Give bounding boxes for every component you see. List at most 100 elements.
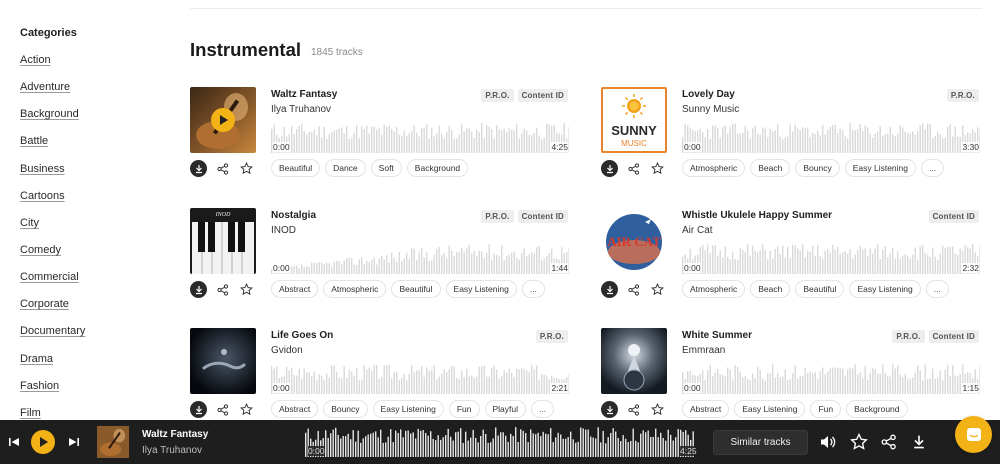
tag-pill[interactable]: Atmospheric [323, 280, 387, 298]
tag-pill[interactable]: Atmospheric [682, 159, 746, 177]
share-button[interactable] [625, 160, 642, 177]
player-waveform[interactable] [305, 427, 695, 457]
download-button[interactable] [190, 160, 207, 177]
track-waveform[interactable] [271, 364, 569, 394]
more-tags-button[interactable]: ... [925, 280, 949, 298]
tag-pill[interactable]: Abstract [271, 400, 319, 418]
player-track-artist[interactable]: Ilya Truhanov [142, 445, 202, 456]
download-button[interactable] [601, 281, 618, 298]
category-item-fashion[interactable]: Fashion [20, 380, 85, 407]
track-title[interactable]: Life Goes On [271, 330, 333, 341]
tag-pill[interactable]: Beach [750, 280, 791, 298]
player-favorite-button[interactable] [849, 432, 869, 452]
track-artist[interactable]: Air Cat [682, 225, 713, 236]
player-track-title[interactable]: Waltz Fantasy [142, 429, 208, 440]
favorite-button[interactable] [238, 401, 255, 418]
category-item-background[interactable]: Background [20, 108, 85, 135]
favorite-button[interactable] [238, 281, 255, 298]
player-cover[interactable] [97, 426, 129, 458]
download-button[interactable] [601, 160, 618, 177]
tag-pill[interactable]: Easy Listening [734, 400, 806, 418]
tag-pill[interactable]: Beautiful [391, 280, 441, 298]
player-play-button[interactable] [31, 430, 55, 454]
tag-pill[interactable]: Fun [448, 400, 480, 418]
track-artist[interactable]: Emmraan [682, 345, 725, 356]
tag-pill[interactable]: Soft [370, 159, 402, 177]
share-button[interactable] [625, 401, 642, 418]
category-item-commercial[interactable]: Commercial [20, 271, 85, 298]
track-artist[interactable]: Sunny Music [682, 104, 739, 115]
category-item-drama[interactable]: Drama [20, 353, 85, 380]
track-title[interactable]: Lovely Day [682, 89, 735, 100]
track-cover[interactable] [601, 328, 667, 394]
tag-pill[interactable]: Fun [810, 400, 842, 418]
favorite-button[interactable] [649, 160, 666, 177]
category-item-battle[interactable]: Battle [20, 135, 85, 162]
tag-pill[interactable]: Playful [484, 400, 527, 418]
tag-pill[interactable]: Abstract [271, 280, 319, 298]
tag-pill[interactable]: Beautiful [271, 159, 321, 177]
share-button[interactable] [625, 281, 642, 298]
tag-pill[interactable]: Dance [325, 159, 366, 177]
tag-pill[interactable]: Background [846, 400, 908, 418]
track-artist[interactable]: INOD [271, 225, 296, 236]
volume-button[interactable] [818, 432, 838, 452]
track-cover[interactable]: INOD [190, 208, 256, 274]
category-item-business[interactable]: Business [20, 163, 85, 190]
tag-pill[interactable]: Bouncy [323, 400, 368, 418]
more-tags-button[interactable]: ... [921, 159, 945, 177]
category-item-film[interactable]: Film [20, 407, 85, 420]
similar-tracks-button[interactable]: Similar tracks [713, 430, 808, 455]
more-tags-button[interactable]: ... [531, 400, 555, 418]
track-cover[interactable] [190, 328, 256, 394]
share-button[interactable] [214, 401, 231, 418]
more-tags-button[interactable]: ... [521, 280, 545, 298]
track-title[interactable]: Waltz Fantasy [271, 89, 337, 100]
track-cover[interactable] [190, 87, 256, 153]
tag-pill[interactable]: Easy Listening [844, 159, 917, 177]
favorite-button[interactable] [649, 281, 666, 298]
track-title[interactable]: Whistle Ukulele Happy Summer [682, 210, 832, 221]
category-item-action[interactable]: Action [20, 54, 85, 81]
tag-pill[interactable]: Beach [750, 159, 791, 177]
track-waveform[interactable] [271, 244, 569, 274]
tag-pill[interactable]: Bouncy [795, 159, 840, 177]
track-artist[interactable]: Ilya Truhanov [271, 104, 331, 115]
track-waveform[interactable] [271, 123, 569, 153]
favorite-button[interactable] [649, 401, 666, 418]
track-title[interactable]: White Summer [682, 330, 752, 341]
tag-pill[interactable]: Easy Listening [372, 400, 444, 418]
next-track-button[interactable] [67, 435, 81, 454]
cover-play-button[interactable] [211, 108, 235, 132]
chat-support-button[interactable] [955, 416, 992, 453]
tag-pill[interactable]: Background [406, 159, 469, 177]
player-download-button[interactable] [909, 432, 929, 452]
share-button[interactable] [214, 281, 231, 298]
tag-pill[interactable]: Easy Listening [849, 280, 921, 298]
track-waveform[interactable] [682, 123, 980, 153]
track-cover[interactable]: AIR CAT [601, 208, 667, 274]
tag-pill[interactable]: Easy Listening [445, 280, 517, 298]
download-button[interactable] [190, 281, 207, 298]
track-start-time: 0:00 [273, 142, 290, 152]
category-item-adventure[interactable]: Adventure [20, 81, 85, 108]
track-cover[interactable]: SUNNY MUSIC [601, 87, 667, 153]
category-item-comedy[interactable]: Comedy [20, 244, 85, 271]
category-item-documentary[interactable]: Documentary [20, 325, 85, 352]
tag-pill[interactable]: Beautiful [795, 280, 845, 298]
previous-track-button[interactable] [7, 435, 21, 454]
download-button[interactable] [190, 401, 207, 418]
share-button[interactable] [214, 160, 231, 177]
category-item-city[interactable]: City [20, 217, 85, 244]
tag-pill[interactable]: Atmospheric [682, 280, 746, 298]
track-artist[interactable]: Gvidon [271, 345, 303, 356]
download-button[interactable] [601, 401, 618, 418]
player-share-button[interactable] [879, 432, 899, 452]
category-item-corporate[interactable]: Corporate [20, 298, 85, 325]
category-item-cartoons[interactable]: Cartoons [20, 190, 85, 217]
track-title[interactable]: Nostalgia [271, 210, 316, 221]
track-waveform[interactable] [682, 244, 980, 274]
track-waveform[interactable] [682, 364, 980, 394]
tag-pill[interactable]: Abstract [682, 400, 730, 418]
favorite-button[interactable] [238, 160, 255, 177]
